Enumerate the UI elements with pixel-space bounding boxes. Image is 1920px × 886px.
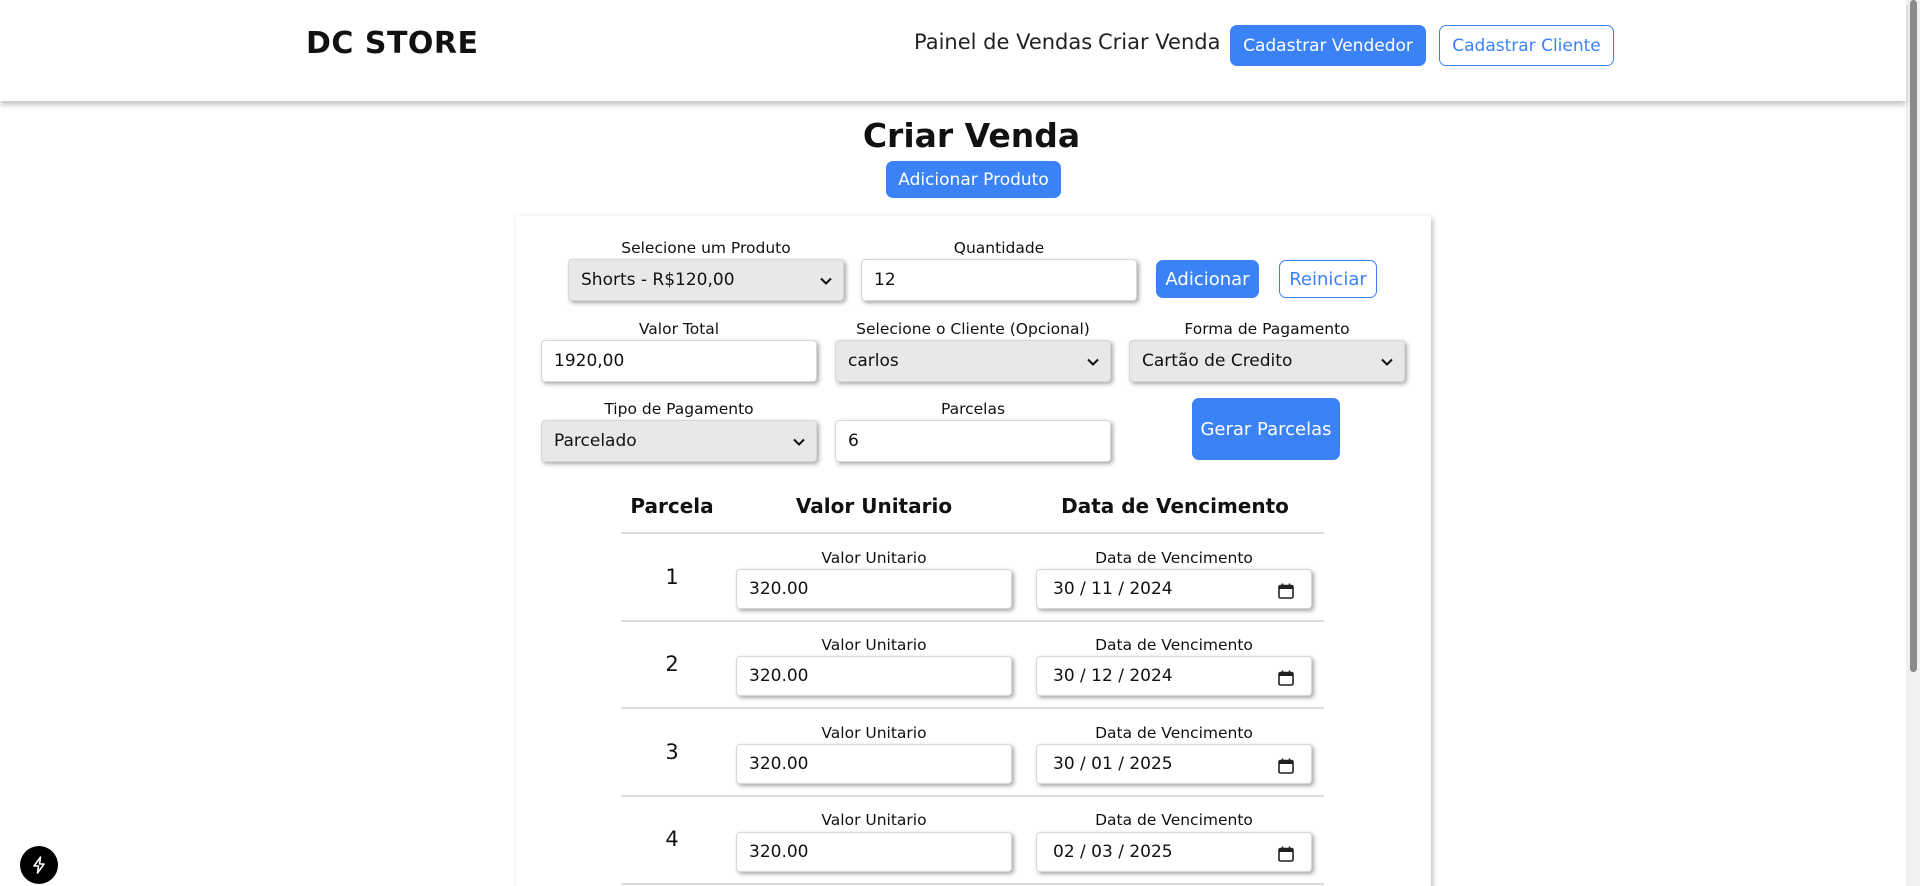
- valor-unitario-value: 320.00: [749, 754, 809, 774]
- table-header-data-vencimento: Data de Vencimento: [1061, 494, 1289, 518]
- top-navbar: DC STORE Painel de Vendas Criar Venda Ca…: [0, 0, 1906, 101]
- calendar-icon[interactable]: [1277, 757, 1295, 775]
- table-header-parcela: Parcela: [630, 494, 714, 518]
- produto-label: Selecione um Produto: [621, 239, 791, 257]
- data-vencimento-label: Data de Vencimento: [1095, 636, 1253, 654]
- tipo-pagamento-label: Tipo de Pagamento: [604, 400, 754, 418]
- table-header-valor-unitario: Valor Unitario: [795, 494, 953, 518]
- calendar-icon[interactable]: [1277, 582, 1295, 600]
- valor-unitario-input[interactable]: 320.00: [736, 569, 1012, 609]
- quantidade-value: 12: [874, 270, 896, 290]
- parcela-number: 2: [665, 652, 679, 676]
- cadastrar-vendedor-button[interactable]: Cadastrar Vendedor: [1230, 25, 1426, 66]
- data-vencimento-label: Data de Vencimento: [1095, 811, 1253, 829]
- data-vencimento-value: 30 / 11 / 2024: [1053, 579, 1173, 599]
- brand-logo[interactable]: DC STORE: [306, 26, 479, 61]
- adicionar-button[interactable]: Adicionar: [1156, 260, 1259, 298]
- data-vencimento-input[interactable]: 02 / 03 / 2025: [1036, 832, 1312, 872]
- parcelas-label: Parcelas: [940, 400, 1006, 418]
- parcela-number: 3: [665, 740, 679, 764]
- valor-unitario-value: 320.00: [749, 579, 809, 599]
- cliente-select[interactable]: carlos: [835, 340, 1111, 382]
- forma-pagamento-label: Forma de Pagamento: [1184, 320, 1350, 338]
- table-divider: [621, 883, 1324, 885]
- cadastrar-cliente-button[interactable]: Cadastrar Cliente: [1439, 25, 1614, 66]
- valor-total-input[interactable]: 1920,00: [541, 340, 817, 382]
- chevron-down-icon: [793, 438, 805, 446]
- quantidade-input[interactable]: 12: [861, 259, 1137, 301]
- parcelas-value: 6: [848, 431, 859, 451]
- data-vencimento-input[interactable]: 30 / 11 / 2024: [1036, 569, 1312, 609]
- chevron-down-icon: [1087, 358, 1099, 366]
- cliente-select-value: carlos: [848, 351, 899, 371]
- table-divider: [621, 795, 1324, 797]
- forma-pagamento-select[interactable]: Cartão de Credito: [1129, 340, 1405, 382]
- valor-unitario-label: Valor Unitario: [821, 549, 927, 567]
- parcelas-input[interactable]: 6: [835, 420, 1111, 462]
- data-vencimento-label: Data de Vencimento: [1095, 549, 1253, 567]
- table-divider: [621, 620, 1324, 622]
- produto-select[interactable]: Shorts - R$120,00: [568, 259, 844, 301]
- scrollbar-thumb[interactable]: [1910, 0, 1917, 672]
- tipo-pagamento-value: Parcelado: [554, 431, 637, 451]
- dev-tools-button[interactable]: [20, 846, 58, 884]
- data-vencimento-value: 30 / 12 / 2024: [1053, 666, 1173, 686]
- produto-select-value: Shorts - R$120,00: [581, 270, 735, 290]
- quantidade-label: Quantidade: [953, 239, 1045, 257]
- tipo-pagamento-select[interactable]: Parcelado: [541, 420, 817, 462]
- table-divider: [621, 707, 1324, 709]
- calendar-icon[interactable]: [1277, 845, 1295, 863]
- data-vencimento-input[interactable]: 30 / 12 / 2024: [1036, 656, 1312, 696]
- data-vencimento-value: 02 / 03 / 2025: [1053, 842, 1173, 862]
- cliente-label: Selecione o Cliente (Opcional): [856, 320, 1090, 338]
- chevron-down-icon: [1381, 358, 1393, 366]
- nav-link-painel-vendas[interactable]: Painel de Vendas: [914, 30, 1092, 54]
- page-title: Criar Venda: [862, 116, 1081, 155]
- valor-unitario-input[interactable]: 320.00: [736, 656, 1012, 696]
- forma-pagamento-value: Cartão de Credito: [1142, 351, 1293, 371]
- parcela-number: 4: [665, 827, 679, 851]
- parcela-number: 1: [665, 565, 679, 589]
- valor-unitario-label: Valor Unitario: [821, 811, 927, 829]
- vertical-scrollbar[interactable]: [1906, 0, 1920, 886]
- valor-unitario-value: 320.00: [749, 666, 809, 686]
- data-vencimento-value: 30 / 01 / 2025: [1053, 754, 1173, 774]
- valor-unitario-input[interactable]: 320.00: [736, 744, 1012, 784]
- gerar-parcelas-button[interactable]: Gerar Parcelas: [1192, 398, 1340, 460]
- lightning-icon: [33, 856, 45, 874]
- valor-unitario-value: 320.00: [749, 842, 809, 862]
- valor-unitario-label: Valor Unitario: [821, 636, 927, 654]
- data-vencimento-input[interactable]: 30 / 01 / 2025: [1036, 744, 1312, 784]
- adicionar-produto-button[interactable]: Adicionar Produto: [886, 161, 1061, 198]
- valor-unitario-input[interactable]: 320.00: [736, 832, 1012, 872]
- table-divider: [621, 532, 1324, 534]
- valor-unitario-label: Valor Unitario: [821, 724, 927, 742]
- valor-total-value: 1920,00: [554, 351, 625, 371]
- calendar-icon[interactable]: [1277, 669, 1295, 687]
- nav-link-criar-venda[interactable]: Criar Venda: [1098, 30, 1220, 54]
- chevron-down-icon: [820, 277, 832, 285]
- data-vencimento-label: Data de Vencimento: [1095, 724, 1253, 742]
- valor-total-label: Valor Total: [638, 320, 720, 338]
- reiniciar-button[interactable]: Reiniciar: [1279, 260, 1377, 298]
